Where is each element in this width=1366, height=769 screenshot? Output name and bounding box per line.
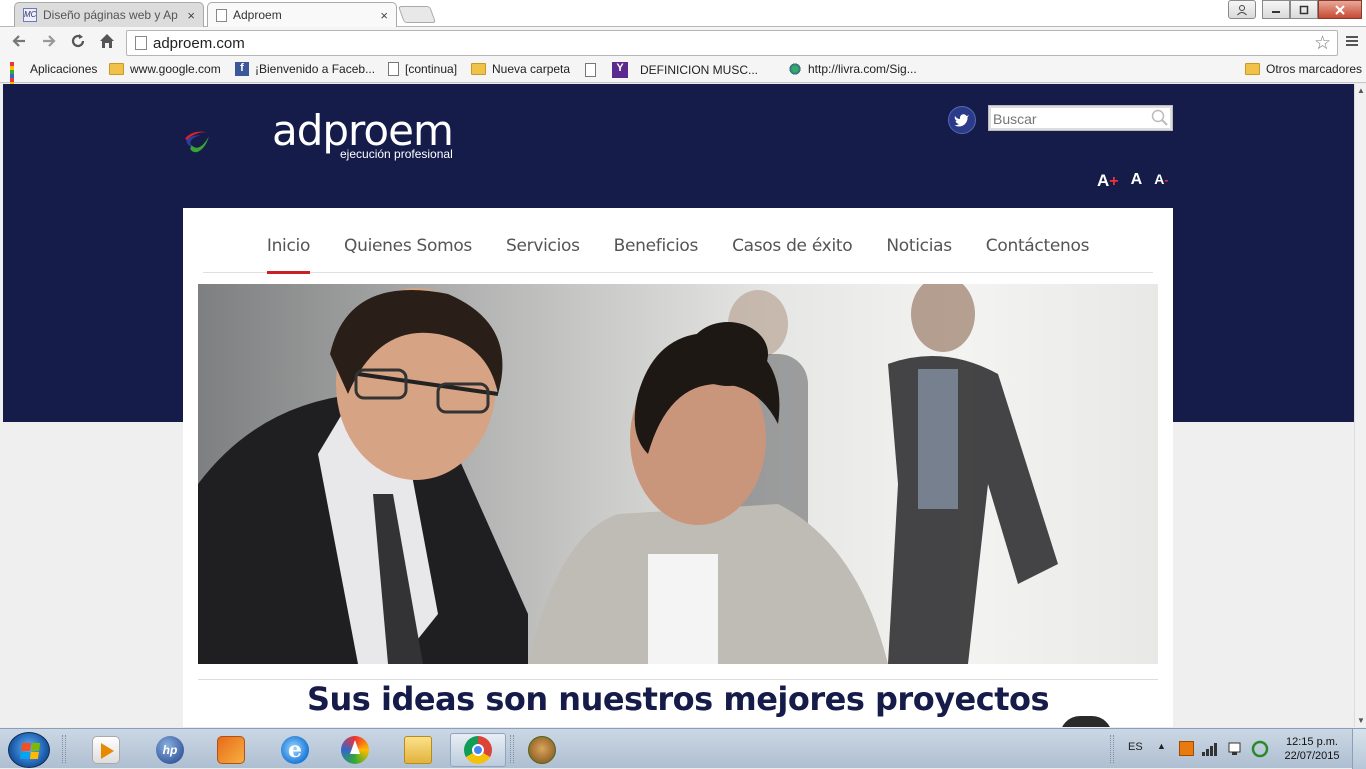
system-clock[interactable]: 12:15 p.m. 22/07/2015 — [1281, 735, 1343, 763]
minimize-icon[interactable] — [1262, 0, 1290, 19]
yahoo-icon: Y — [612, 62, 628, 78]
bookmarks-bar: Aplicaciones www.google.com f ¡Bienvenid… — [0, 59, 1366, 98]
folder-icon — [109, 63, 124, 75]
bonzi-icon[interactable] — [514, 733, 570, 767]
clock-date: 22/07/2015 — [1284, 750, 1340, 762]
maximize-icon[interactable] — [1290, 0, 1318, 19]
bookmark-google[interactable]: www.google.com — [109, 62, 221, 76]
media-player-icon[interactable] — [78, 733, 134, 767]
user-profile-icon[interactable] — [1228, 0, 1256, 19]
tab-title: Adproem — [233, 8, 282, 22]
nav-noticias[interactable]: Noticias — [869, 208, 968, 273]
bookmark-livra[interactable]: http://livra.com/Sig... — [788, 62, 917, 76]
language-indicator[interactable]: ES — [1128, 741, 1143, 753]
bookmark-label: Otros marcadores — [1266, 62, 1363, 76]
url-text[interactable]: adproem.com — [153, 35, 245, 52]
main-content-card: Inicio Quienes Somos Servicios Beneficio… — [183, 208, 1173, 727]
search-input[interactable] — [993, 108, 1143, 130]
windows-taskbar: hp e ES ▲ 12:15 p.m. 22/07/2015 — [0, 728, 1366, 769]
bookmark-label: Aplicaciones — [30, 62, 98, 76]
new-tab-button[interactable] — [397, 6, 437, 23]
explorer-folder-icon[interactable] — [390, 733, 446, 767]
recycle-icon[interactable] — [1251, 740, 1269, 758]
page-icon — [388, 62, 399, 76]
business-people-photo — [198, 284, 1058, 664]
start-button[interactable] — [8, 732, 50, 768]
hp-icon[interactable]: hp — [142, 733, 198, 767]
tray-app-icon[interactable] — [1179, 741, 1194, 756]
signal-strength-icon[interactable] — [1201, 741, 1219, 757]
home-icon[interactable] — [96, 32, 118, 54]
clock-time: 12:15 p.m. — [1286, 736, 1338, 748]
page-icon — [135, 36, 147, 50]
page-favicon-icon — [216, 8, 227, 22]
folder-icon — [471, 63, 486, 75]
page-icon — [585, 63, 596, 77]
bookmark-label: Nueva carpeta — [492, 62, 571, 76]
nav-inicio[interactable]: Inicio — [250, 208, 327, 274]
vertical-scrollbar[interactable]: ▲ ▼ — [1354, 84, 1366, 727]
bookmark-definicion[interactable]: Y DEFINICION MUSC... — [585, 62, 758, 78]
chrome-menu-icon[interactable] — [1345, 33, 1359, 54]
folder-icon — [1245, 63, 1260, 75]
mc-favicon-icon: MC — [23, 8, 37, 22]
bookmark-otros-marcadores[interactable]: Otros marcadores — [1245, 62, 1362, 76]
scroll-down-icon[interactable]: ▼ — [1357, 716, 1365, 725]
bookmark-label: www.google.com — [130, 62, 221, 76]
tab-title: Diseño páginas web y Ap — [43, 8, 178, 22]
twitter-icon[interactable] — [948, 106, 976, 134]
page-tagline: Sus ideas son nuestros mejores proyectos — [306, 680, 1050, 718]
nav-servicios[interactable]: Servicios — [489, 208, 597, 273]
tab-close-icon[interactable]: × — [380, 8, 388, 23]
nav-beneficios[interactable]: Beneficios — [597, 208, 715, 273]
update-icon[interactable] — [327, 733, 383, 767]
logo-tagline: ejecución profesional — [340, 147, 453, 161]
file-manager-icon[interactable] — [203, 733, 259, 767]
nav-contactenos[interactable]: Contáctenos — [969, 208, 1106, 273]
taskbar-separator — [62, 735, 66, 763]
bookmark-nueva-carpeta[interactable]: Nueva carpeta — [471, 62, 570, 76]
bookmark-star-icon[interactable]: ☆ — [1314, 32, 1331, 55]
tab-adproem[interactable]: Adproem × — [207, 2, 397, 27]
font-decrease-button[interactable]: A- — [1154, 171, 1168, 191]
search-icon[interactable] — [1151, 109, 1168, 126]
browser-tabstrip: MC Diseño páginas web y Ap × Adproem × — [0, 0, 1366, 27]
bookmark-aplicaciones[interactable]: Aplicaciones — [10, 62, 98, 98]
bookmark-label: [continua] — [405, 62, 458, 76]
adproem-logo-icon — [185, 131, 211, 153]
bookmark-continua[interactable]: [continua] — [388, 62, 457, 76]
bookmark-label: DEFINICION MUSC... — [640, 63, 759, 77]
back-arrow-icon[interactable] — [8, 32, 30, 54]
nav-casos-de-exito[interactable]: Casos de éxito — [715, 208, 869, 273]
internet-explorer-icon[interactable]: e — [267, 733, 323, 767]
tab-close-icon[interactable]: × — [187, 8, 195, 23]
nav-quienes-somos[interactable]: Quienes Somos — [327, 208, 489, 273]
chrome-icon[interactable] — [450, 733, 506, 767]
font-reset-button[interactable]: A — [1131, 171, 1143, 191]
taskbar-separator — [1110, 735, 1114, 763]
apps-grid-icon — [10, 62, 24, 98]
hero-banner-image — [198, 284, 1158, 664]
scroll-up-icon[interactable]: ▲ — [1357, 86, 1365, 95]
tab-diseno-paginas[interactable]: MC Diseño páginas web y Ap × — [14, 2, 204, 27]
livra-icon — [788, 63, 802, 75]
show-desktop-button[interactable] — [1352, 729, 1366, 769]
reload-icon[interactable] — [67, 32, 89, 54]
show-hidden-icons-icon[interactable]: ▲ — [1157, 741, 1166, 751]
window-controls — [1228, 0, 1362, 19]
facebook-icon: f — [235, 62, 249, 76]
windows-logo-icon — [19, 743, 41, 759]
forward-arrow-icon[interactable] — [38, 32, 60, 54]
bookmark-label: http://livra.com/Sig... — [808, 62, 917, 76]
bookmark-facebook[interactable]: f ¡Bienvenido a Faceb... — [235, 62, 375, 76]
site-search — [988, 105, 1173, 131]
main-navigation: Inicio Quienes Somos Servicios Beneficio… — [203, 208, 1153, 274]
address-bar[interactable]: adproem.com ☆ — [126, 30, 1338, 56]
page-viewport: adproem ejecución profesional A+ A A- In… — [0, 84, 1354, 727]
network-icon[interactable] — [1226, 740, 1244, 758]
bookmark-label: ¡Bienvenido a Faceb... — [255, 62, 376, 76]
font-size-controls: A + A A- — [1097, 171, 1168, 191]
close-window-icon[interactable] — [1318, 0, 1362, 19]
font-increase-button[interactable]: A + — [1097, 171, 1119, 191]
